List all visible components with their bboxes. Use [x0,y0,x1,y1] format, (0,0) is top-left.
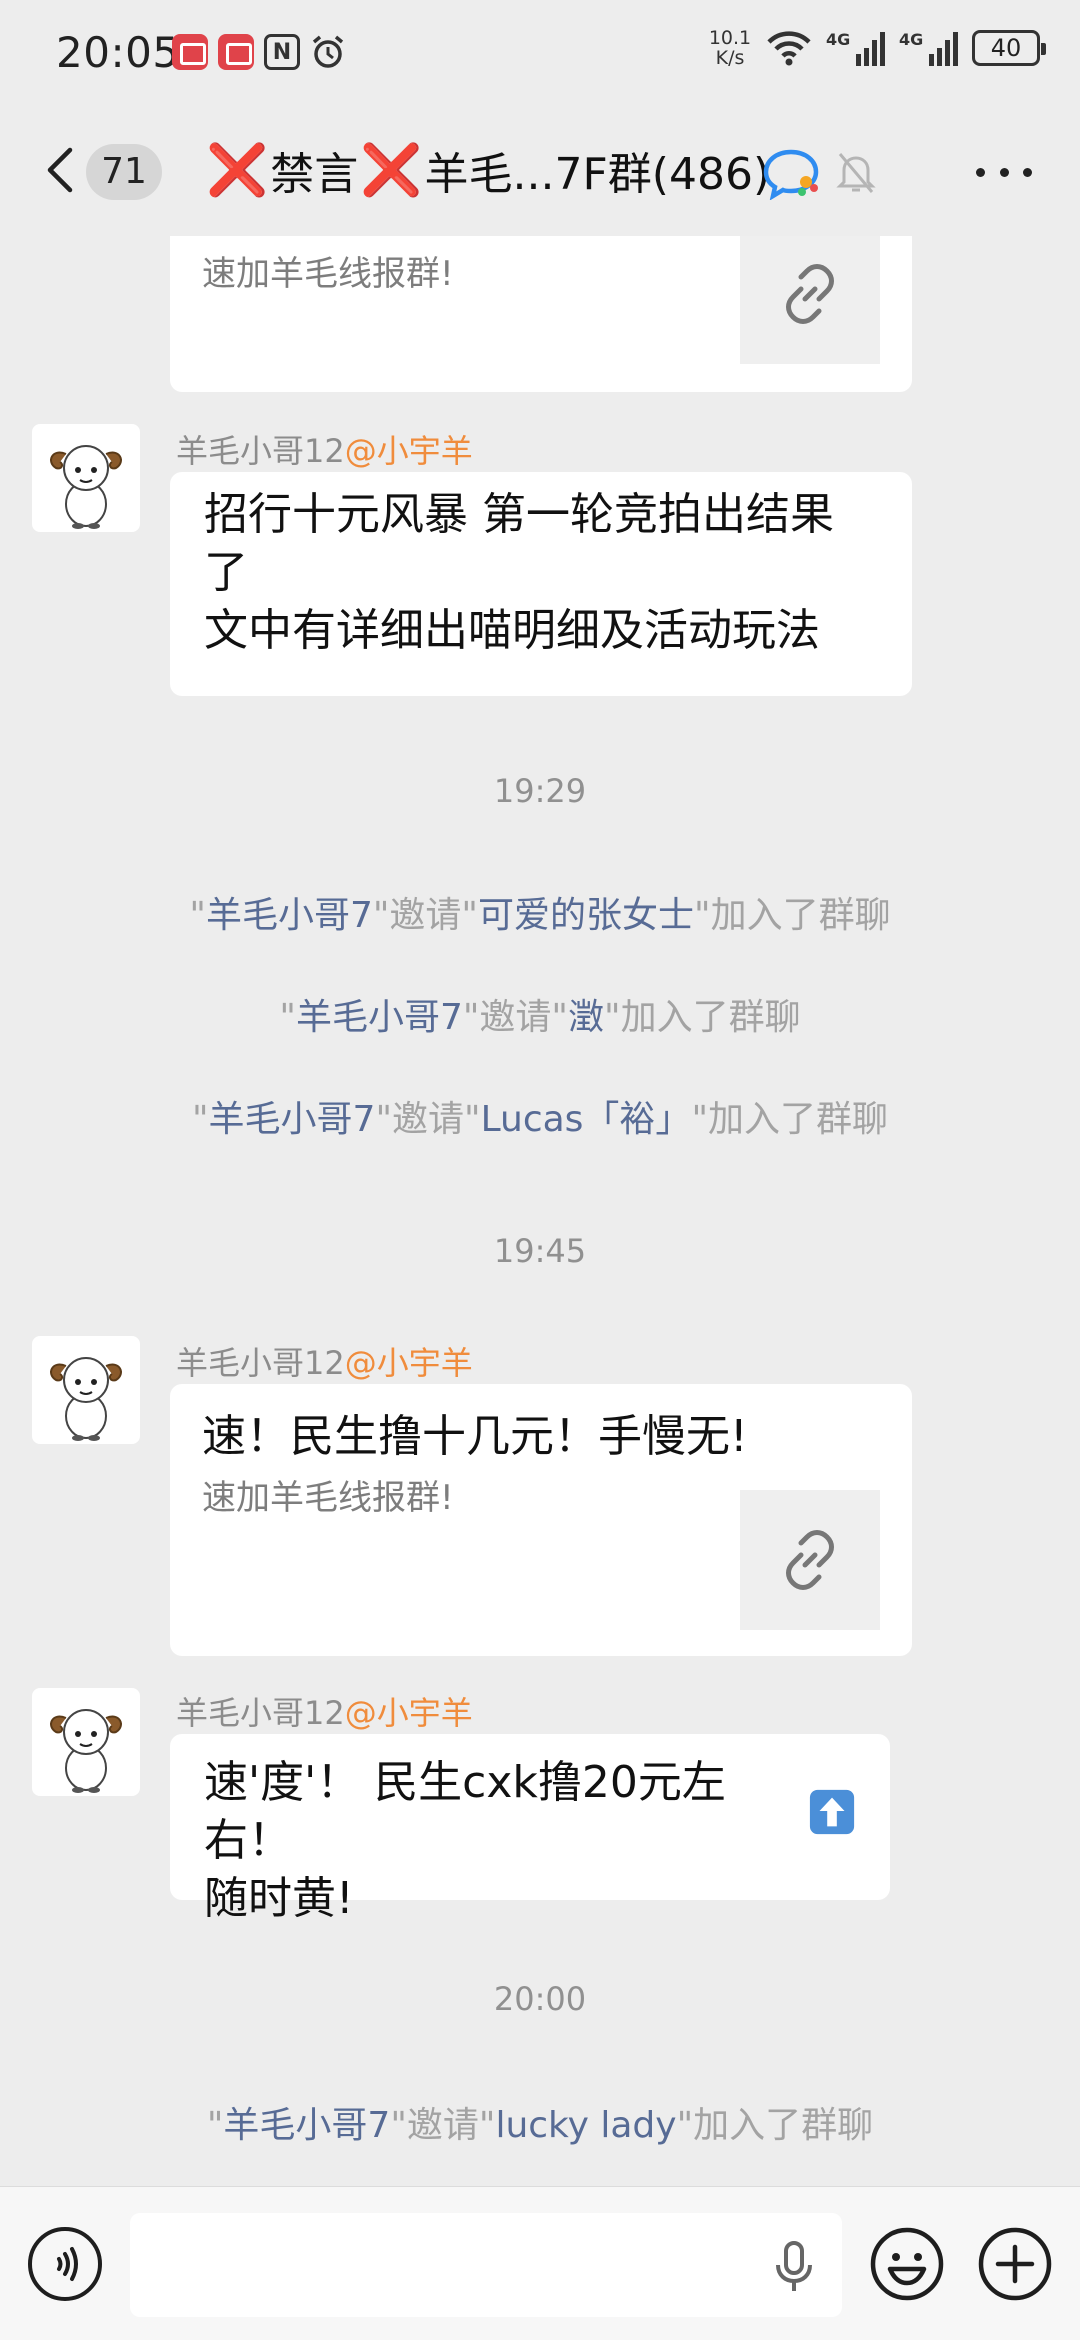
system-message: "羊毛小哥7"邀请"lucky lady"加入了群聊 [206,2105,874,2146]
text-message[interactable]: 招行十元风暴 第一轮竞拍出结果 了 文中有详细出喵明细及活动玩法 [170,472,912,696]
avatar[interactable] [32,1688,140,1796]
up-arrow-emoji-icon [809,1789,855,1835]
timestamp: 19:29 [493,772,587,810]
link-thumbnail [740,236,880,364]
link-card-message[interactable]: 速加羊毛线报群! [170,236,912,392]
avatar[interactable] [32,424,140,532]
invitee-name[interactable]: Lucas「裕」 [481,1099,692,1140]
text-message[interactable]: 速'度'！ 民生cxk撸20元左右！ 随时黄! [170,1734,890,1924]
sender-nickname: 羊毛小哥12 [176,432,345,470]
voice-icon [57,2247,78,2281]
timestamp: 19:45 [493,1232,587,1270]
signal-label: 4G [826,30,851,49]
alarm-icon [312,35,344,68]
sender-nickname: 羊毛小哥12 [176,1694,345,1732]
sheep-avatar-icon [50,445,122,529]
inviter-name[interactable]: 羊毛小哥7 [206,895,373,936]
sender-name: 羊毛小哥12@小宇羊 [176,1688,473,1734]
chat-bubble-icon [763,149,819,200]
title-text: 羊毛...7F群(486) [424,149,771,200]
unread-count-badge[interactable]: 71 [86,144,162,200]
avatar[interactable] [32,1336,140,1444]
notification-app-icon [218,34,254,70]
message-text-line: 招行十元风暴 第一轮竞拍出结果 [204,489,834,540]
battery-level: 40 [990,34,1022,62]
mute-bell-icon [836,153,876,193]
sheep-avatar-icon [50,1357,122,1441]
chat-title[interactable]: ❌ 禁言 ❌ 羊毛...7F群(486) [206,140,770,200]
link-thumbnail [740,1490,880,1630]
link-card-description: 速加羊毛线报群! [202,254,454,294]
sender-group-tag: @小宇羊 [344,1694,473,1732]
emoji-icon[interactable] [868,2225,946,2303]
battery-icon: 40 [972,30,1046,66]
message-text: 速'度'！ 民生cxk撸20元左右！ [204,1757,726,1866]
inviter-name[interactable]: 羊毛小哥7 [209,1099,376,1140]
system-message: "羊毛小哥7"邀请"可爱的张女士"加入了群聊 [189,895,891,936]
status-right: 10.1 K/s 4G 4G 40 [708,28,1046,68]
link-icon [786,264,834,324]
invitee-name[interactable]: 可爱的张女士 [478,895,694,936]
nfc-icon: N [264,34,300,70]
message-input-bar [0,2186,1080,2340]
chat-header: 71 ❌ 禁言 ❌ 羊毛...7F群(486) [0,110,1080,236]
sender-group-tag: @小宇羊 [344,432,473,470]
signal-icon: 4G [899,30,958,66]
sender-group-tag: @小宇羊 [344,1344,473,1382]
net-speed-unit: K/s [715,47,745,69]
link-card-title: 速！民生撸十几元！手慢无! [202,1411,748,1462]
title-x-mark: ❌ [360,141,423,199]
chat-messages[interactable]: 速加羊毛线报群! 羊毛小哥12@小宇羊 招行十元风暴 第一轮竞拍出结果 了 文中… [0,236,1080,2186]
system-message: "羊毛小哥7"邀请"澂"加入了群聊 [279,997,801,1038]
message-text-line: 了 [204,547,248,598]
status-notification-icons: N [172,34,346,70]
message-text-input[interactable] [130,2213,842,2317]
mic-icon[interactable] [772,2239,816,2295]
title-text: 禁言 [270,149,359,200]
plus-icon[interactable] [976,2225,1054,2303]
link-card-message[interactable]: 速！民生撸十几元！手慢无! 速加羊毛线报群! [170,1384,912,1656]
link-icon [786,1530,834,1590]
signal-label: 4G [899,30,924,49]
invitee-name[interactable]: lucky lady [495,2105,676,2146]
status-time: 20:05 [56,28,180,77]
link-card-description: 速加羊毛线报群! [202,1478,454,1518]
status-bar: 20:05 N 10.1 K/s 4G 4G 40 [0,0,1080,110]
sheep-avatar-icon [50,1709,122,1793]
net-speed: 10.1 K/s [708,28,752,68]
inviter-name[interactable]: 羊毛小哥7 [296,997,463,1038]
sender-nickname: 羊毛小哥12 [176,1344,345,1382]
notification-app-icon [172,34,208,70]
voice-input-button[interactable] [28,2227,102,2301]
invitee-name[interactable]: 澂 [568,997,604,1038]
more-icon[interactable] [976,160,1032,184]
timestamp: 20:00 [493,1980,587,2018]
signal-icon: 4G [826,30,885,66]
title-x-mark: ❌ [206,141,269,199]
sender-name: 羊毛小哥12@小宇羊 [176,1338,473,1384]
net-speed-value: 10.1 [708,27,752,49]
message-text-line: 文中有详细出喵明细及活动玩法 [204,605,820,656]
wifi-icon [767,31,811,66]
message-text-line: 速'度'！ 民生cxk撸20元左右！ [204,1754,856,1870]
back-icon[interactable] [36,140,86,200]
message-text-line: 随时黄! [204,1873,354,1924]
sender-name: 羊毛小哥12@小宇羊 [176,426,473,472]
system-message: "羊毛小哥7"邀请"Lucas「裕」"加入了群聊 [191,1099,888,1140]
inviter-name[interactable]: 羊毛小哥7 [223,2105,390,2146]
